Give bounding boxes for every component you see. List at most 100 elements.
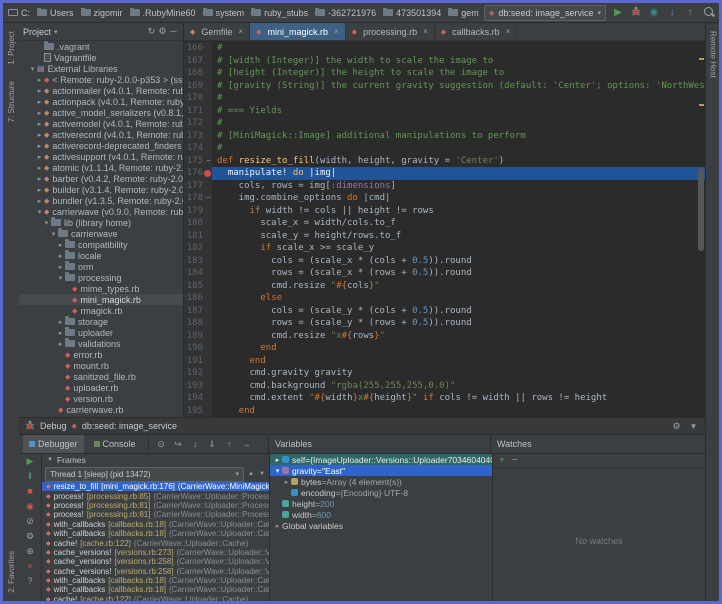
project-tree-item[interactable]: ▸uploader <box>19 327 183 338</box>
project-tree-item[interactable]: ▾carrierwave <box>19 228 183 239</box>
code-text[interactable]: cmd.background "rgba(255,255,255,0.0)" <box>212 380 705 393</box>
debug-icon[interactable] <box>630 6 642 19</box>
code-text[interactable]: # === Yields <box>212 105 705 118</box>
stop-icon[interactable]: ■ <box>23 486 37 497</box>
line-number-gutter[interactable]: 177 <box>184 180 212 193</box>
chevron-right-icon[interactable]: ▸ <box>35 76 44 84</box>
code-text[interactable]: cols = (scale_x * (cols + 0.5)).round <box>212 255 705 268</box>
chevron-right-icon[interactable]: ▸ <box>56 318 65 326</box>
close-icon[interactable]: × <box>23 561 37 572</box>
breadcrumb-item[interactable]: C: <box>8 8 30 18</box>
project-tree-item[interactable]: ▸◆actionmailer (v4.0.1, Remote: ruby-2.0… <box>19 85 183 96</box>
run-icon[interactable]: ▶ <box>612 8 624 18</box>
view-breakpoints-icon[interactable]: ◉ <box>23 501 37 512</box>
breakpoint-icon[interactable] <box>204 170 211 177</box>
project-tree-item[interactable]: ▸orm <box>19 261 183 272</box>
code-text[interactable]: rows = (scale_x * (rows + 0.5)).round <box>212 267 705 280</box>
line-number-gutter[interactable]: 179 <box>184 205 212 218</box>
line-number-gutter[interactable]: 189 <box>184 330 212 343</box>
line-number-gutter[interactable]: 194 <box>184 392 212 405</box>
tab-debugger[interactable]: Debugger <box>23 435 84 453</box>
line-number-gutter[interactable]: 187 <box>184 305 212 318</box>
project-tree-item[interactable]: ▸◆activerecord (v4.0.1, Remote: ruby-2.0… <box>19 129 183 140</box>
line-number-gutter[interactable]: 191 <box>184 355 212 368</box>
editor-tab[interactable]: ◆callbacks.rb× <box>435 23 518 40</box>
line-number-gutter[interactable]: 186 <box>184 292 212 305</box>
chevron-right-icon[interactable]: ▸ <box>35 120 44 128</box>
code-text[interactable]: cols, rows = img[:dimensions] <box>212 180 705 193</box>
breadcrumb-item[interactable]: -362721976 <box>315 8 376 18</box>
previous-frame-icon[interactable]: ▲ <box>247 471 255 477</box>
line-number-gutter[interactable]: 188 <box>184 317 212 330</box>
project-tree-item[interactable]: ◆uploader.rb <box>19 382 183 393</box>
project-tree-item[interactable]: ◆mount.rb <box>19 360 183 371</box>
project-tree-item[interactable]: ▾processing <box>19 272 183 283</box>
code-text[interactable]: cmd.resize "#{cols}" <box>212 280 705 293</box>
breadcrumb-item[interactable]: zigomir <box>81 8 123 18</box>
project-tree-item[interactable]: .vagrant <box>19 41 183 52</box>
code-text[interactable]: if scale_x >= scale_y <box>212 242 705 255</box>
line-number-gutter[interactable]: 184 <box>184 267 212 280</box>
code-text[interactable]: cmd.resize "x#{rows}" <box>212 330 705 343</box>
variable-row[interactable]: encoding = {Encoding} UTF-8 <box>270 487 492 498</box>
line-number-gutter[interactable]: 178− <box>184 192 212 205</box>
project-tree-item[interactable]: ▸◆atomic (v1.1.14, Remote: ruby-2.0.0-p3… <box>19 162 183 173</box>
stack-frame-row[interactable]: ◆with_callbacks[callbacks.rb:18](Carrier… <box>42 585 269 594</box>
error-stripe-mark[interactable] <box>699 58 704 60</box>
stack-frame-row[interactable]: ◆with_callbacks[callbacks.rb:18](Carrier… <box>42 576 269 585</box>
line-number-gutter[interactable]: 169 <box>184 80 212 93</box>
project-tree-item[interactable]: ▸storage <box>19 316 183 327</box>
chevron-down-icon[interactable]: ▾ <box>35 208 44 216</box>
close-icon[interactable]: × <box>423 27 428 36</box>
chevron-right-icon[interactable]: ▸ <box>35 109 44 117</box>
code-text[interactable]: end <box>212 405 705 418</box>
project-tree-item[interactable]: ◆version.rb <box>19 393 183 404</box>
chevron-right-icon[interactable]: ▸ <box>35 98 44 106</box>
tool-window-button[interactable]: 7: Structure <box>7 81 16 122</box>
project-tree-item[interactable]: ▸◆activesupport (v4.0.1, Remote: ruby-2.… <box>19 151 183 162</box>
line-number-gutter[interactable]: 168 <box>184 67 212 80</box>
line-number-gutter[interactable]: 183 <box>184 255 212 268</box>
chevron-right-icon[interactable]: ▸ <box>56 241 65 249</box>
editor-tab[interactable]: ◆Gemfile× <box>184 23 250 40</box>
line-number-gutter[interactable]: 195 <box>184 405 212 418</box>
line-number-gutter[interactable]: 173 <box>184 130 212 143</box>
chevron-right-icon[interactable]: ▸ <box>273 522 282 530</box>
hide-icon[interactable]: ─ <box>168 26 179 37</box>
chevron-down-icon[interactable]: ▾ <box>42 219 51 227</box>
vcs-update-icon[interactable]: ↓ <box>666 8 678 18</box>
stack-frame-row[interactable]: ◆resize_to_fill[mini_magick.rb:176](Carr… <box>42 482 269 491</box>
chevron-right-icon[interactable]: ▸ <box>35 142 44 150</box>
chevron-right-icon[interactable]: ▸ <box>35 153 44 161</box>
line-number-gutter[interactable]: 182 <box>184 242 212 255</box>
vcs-commit-icon[interactable]: ↑ <box>684 8 696 18</box>
chevron-right-icon[interactable]: ▸ <box>35 175 44 183</box>
settings-icon[interactable]: ⚙ <box>671 421 682 432</box>
tool-window-button[interactable]: 2: Favorites <box>7 551 16 593</box>
project-tree-item[interactable]: ◆rmagick.rb <box>19 305 183 316</box>
project-tree-item[interactable]: ◆carrierwave.rb <box>19 404 183 415</box>
chevron-down-icon[interactable]: ▾ <box>49 230 58 238</box>
stack-frame-row[interactable]: ◆with_callbacks[callbacks.rb:18](Carrier… <box>42 520 269 529</box>
chevron-right-icon[interactable]: ▸ <box>56 252 65 260</box>
sync-icon[interactable]: ↻ <box>146 26 157 37</box>
search-icon[interactable] <box>702 7 714 19</box>
chevron-down-icon[interactable]: ▾ <box>54 28 58 36</box>
code-text[interactable]: else <box>212 292 705 305</box>
project-tree-item[interactable]: ◆error.rb <box>19 349 183 360</box>
line-number-gutter[interactable]: 172 <box>184 117 212 130</box>
code-text[interactable]: def resize_to_fill(width, height, gravit… <box>212 155 705 168</box>
hide-icon[interactable]: ▾ <box>688 421 699 432</box>
project-tree-item[interactable]: ▸◆barber (v0.4.2, Remote: ruby-2.0.0-p35… <box>19 173 183 184</box>
close-icon[interactable]: × <box>238 27 243 36</box>
variable-row[interactable]: width = 600 <box>270 509 492 520</box>
stack-frame-row[interactable]: ◆cache_versions![versions.rb:258](Carrie… <box>42 557 269 566</box>
settings-icon[interactable]: ⚙ <box>157 26 168 37</box>
error-stripe-mark[interactable] <box>699 104 704 106</box>
code-text[interactable]: end <box>212 342 705 355</box>
mute-breakpoints-icon[interactable]: ⊘ <box>23 516 37 527</box>
variable-row[interactable]: ▸self = {ImageUploader::Versions::Upload… <box>270 454 492 465</box>
line-number-gutter[interactable]: 193 <box>184 380 212 393</box>
code-text[interactable]: manipulate! do |img| <box>212 167 705 180</box>
code-text[interactable]: # [MiniMagick::Image] additional manipul… <box>212 130 705 143</box>
